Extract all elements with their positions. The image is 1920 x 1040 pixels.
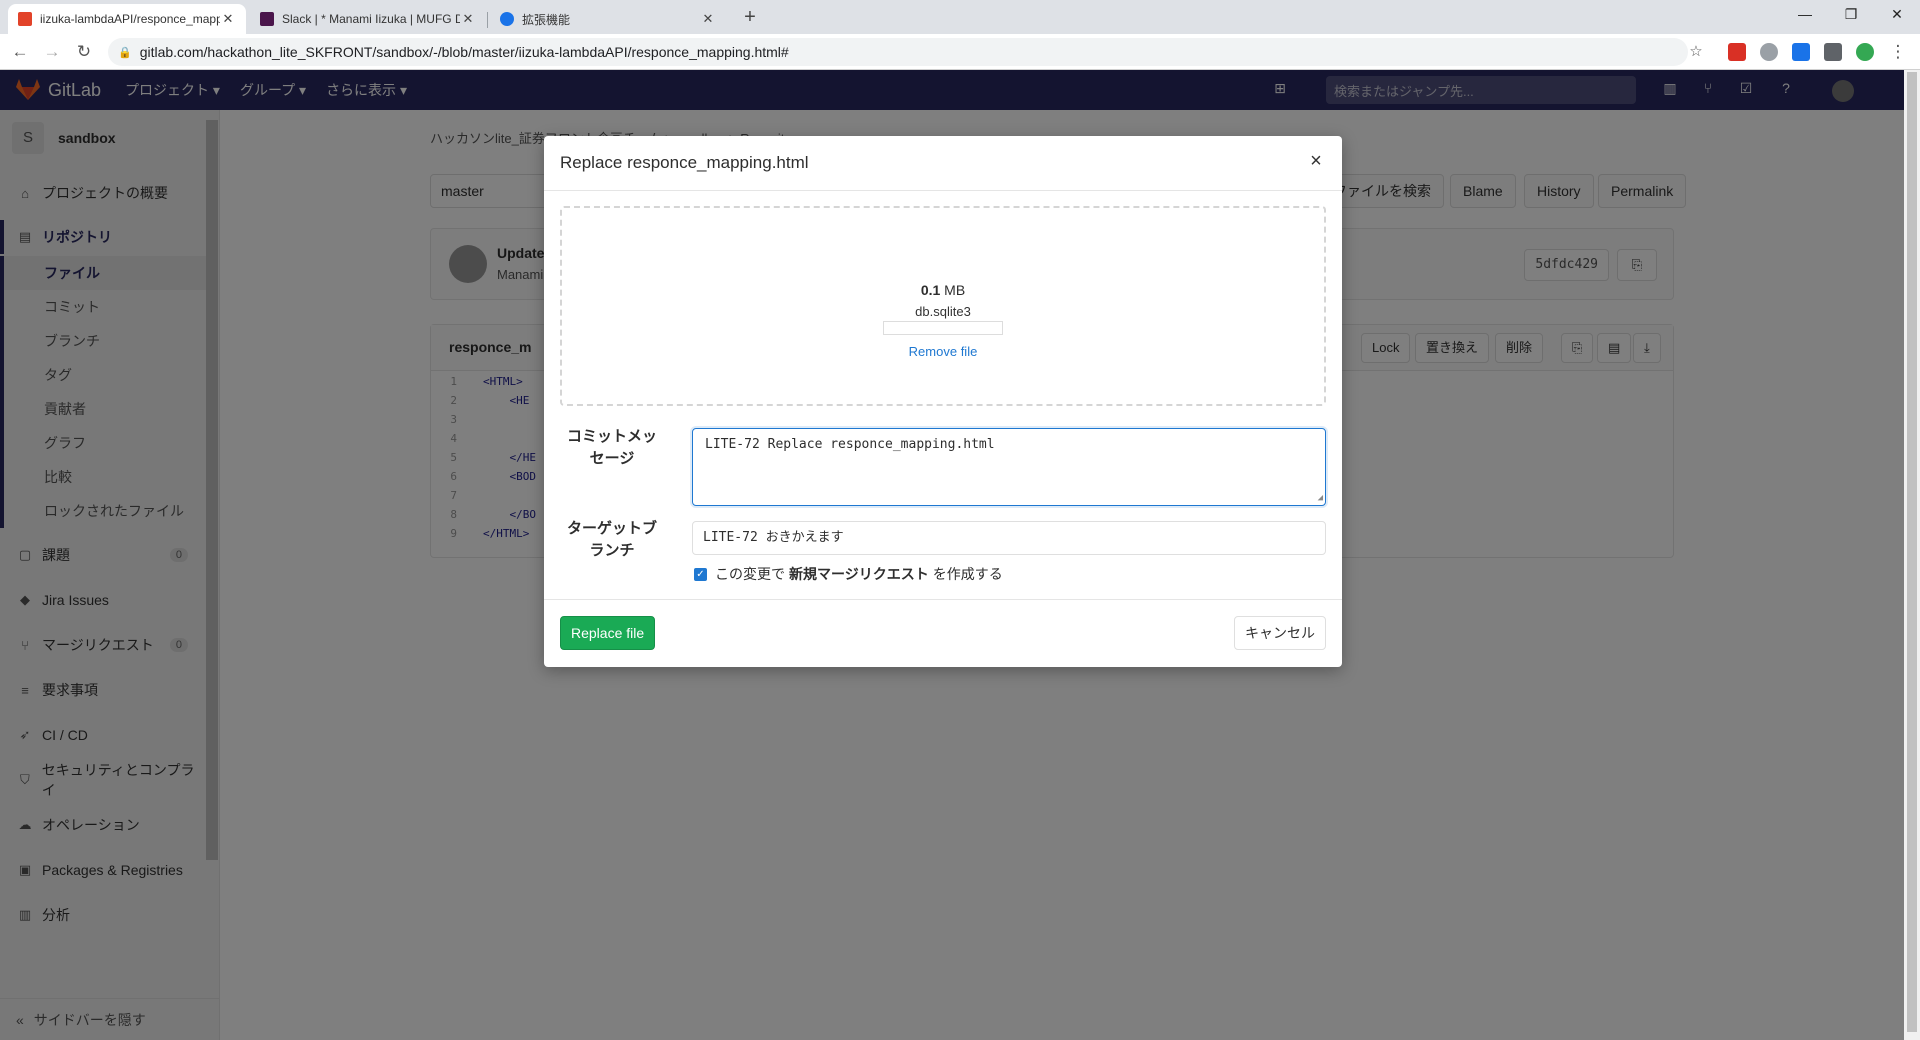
browser-tab-slack[interactable]: Slack | * Manami Iizuka | MUFG D ✕ xyxy=(250,4,486,34)
replace-file-modal: Replace responce_mapping.html × 0.1 MB d… xyxy=(544,136,1342,667)
target-branch-label: ターゲットブランチ xyxy=(566,520,657,559)
target-branch-input[interactable]: LITE-72 おきかえます xyxy=(692,521,1326,555)
tab-title: Slack | * Manami Iizuka | MUFG D xyxy=(282,12,460,26)
slack-favicon-icon xyxy=(260,12,274,26)
create-mr-checkbox-row[interactable]: ✓ この変更で 新規マージリクエスト を作成する xyxy=(692,564,1003,584)
file-size-unit: MB xyxy=(940,282,966,298)
modal-header: Replace responce_mapping.html × xyxy=(544,136,1342,191)
checkbox-text-post: を作成する xyxy=(932,566,1003,582)
tab-title: 拡張機能 xyxy=(522,12,571,27)
extensions-puzzle-icon[interactable] xyxy=(1824,43,1842,61)
page-scrollbar-thumb[interactable] xyxy=(1907,72,1917,1032)
profile-avatar-icon[interactable] xyxy=(1856,43,1874,61)
reload-icon[interactable]: ↻ xyxy=(72,40,96,64)
back-icon[interactable]: ← xyxy=(8,40,32,64)
resize-handle-icon[interactable]: ◢ xyxy=(1318,493,1323,503)
commit-message-textarea[interactable]: LITE-72 Replace responce_mapping.html ◢ xyxy=(692,428,1326,506)
extension-blue-icon[interactable] xyxy=(1792,43,1810,61)
close-tab-icon[interactable]: ✕ xyxy=(700,11,716,27)
create-mr-checkbox[interactable]: ✓ xyxy=(694,567,707,581)
commit-message-label: コミットメッセージ xyxy=(566,428,657,467)
puzzle-favicon-icon xyxy=(500,12,514,26)
remove-file-link[interactable]: Remove file xyxy=(562,344,1324,359)
checkbox-text-bold: 新規マージリクエスト xyxy=(789,566,929,582)
browser-toolbar: ← → ↻ 🔒 gitlab.com/hackathon_lite_SKFRON… xyxy=(0,34,1920,70)
file-dropzone[interactable]: 0.1 MB db.sqlite3 Remove file xyxy=(560,206,1326,406)
commit-message-text: LITE-72 Replace responce_mapping.html xyxy=(705,437,995,452)
address-bar[interactable]: 🔒 gitlab.com/hackathon_lite_SKFRONT/sand… xyxy=(108,38,1688,66)
modal-footer: Replace file キャンセル xyxy=(544,599,1342,667)
extension-red-icon[interactable] xyxy=(1728,43,1746,61)
page-scrollbar[interactable] xyxy=(1904,70,1920,1040)
replace-file-button[interactable]: Replace file xyxy=(560,616,656,650)
url-text: gitlab.com/hackathon_lite_SKFRONT/sandbo… xyxy=(139,44,789,60)
star-icon[interactable]: ☆ xyxy=(1684,40,1708,64)
close-window-icon[interactable]: ✕ xyxy=(1874,0,1920,30)
forward-icon[interactable]: → xyxy=(40,40,64,64)
modal-title: Replace responce_mapping.html xyxy=(560,153,809,172)
minimize-icon[interactable]: — xyxy=(1782,0,1828,30)
checkbox-text-pre: この変更で xyxy=(715,566,785,582)
close-tab-icon[interactable]: ✕ xyxy=(460,11,476,27)
uploaded-file-size: 0.1 MB xyxy=(562,282,1324,298)
upload-progress-bar xyxy=(883,321,1003,335)
tab-separator xyxy=(487,12,488,28)
cancel-button[interactable]: キャンセル xyxy=(1234,616,1326,650)
tab-title: iizuka-lambdaAPI/responce_mapping xyxy=(40,12,220,26)
close-tab-icon[interactable]: ✕ xyxy=(220,11,236,27)
restore-icon[interactable]: ❐ xyxy=(1828,0,1874,30)
browser-menu-icon[interactable]: ⋮ xyxy=(1886,40,1910,64)
lock-icon: 🔒 xyxy=(118,46,132,59)
browser-tab-extensions[interactable]: 拡張機能 ✕ xyxy=(490,4,726,34)
close-icon[interactable]: × xyxy=(1306,151,1326,172)
uploaded-file-name: db.sqlite3 xyxy=(915,304,971,319)
browser-tab-bar: iizuka-lambdaAPI/responce_mapping ✕ Slac… xyxy=(0,0,1920,34)
gitlab-favicon-icon xyxy=(18,12,32,26)
browser-tab-gitlab[interactable]: iizuka-lambdaAPI/responce_mapping ✕ xyxy=(8,4,246,34)
new-tab-button[interactable]: + xyxy=(738,6,762,30)
extension-grey-icon[interactable] xyxy=(1760,43,1778,61)
file-size-value: 0.1 xyxy=(920,282,941,298)
